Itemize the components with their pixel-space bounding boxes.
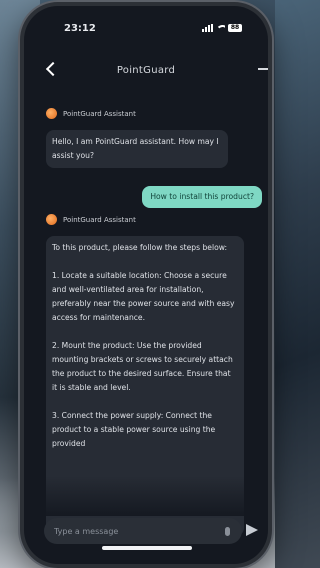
message-text: Hello, I am PointGuard assistant. How ma… — [52, 137, 219, 160]
message-paragraph: 1. Locate a suitable location: Choose a … — [52, 271, 235, 322]
assistant-message: Hello, I am PointGuard assistant. How ma… — [46, 130, 228, 168]
message-paragraph: 3. Connect the power supply: Connect the… — [52, 411, 216, 448]
back-icon[interactable] — [45, 61, 61, 77]
user-message: How to install this product? — [142, 186, 262, 208]
sender-name: PointGuard Assistant — [63, 109, 136, 118]
message-paragraph: 2. Mount the product: Use the provided m… — [52, 341, 233, 392]
mic-icon[interactable] — [225, 526, 230, 536]
scroll-fade — [24, 476, 268, 516]
phone-screen: 23:12 88 PointGuard PointGuard Assistant… — [24, 6, 268, 564]
message-input[interactable] — [54, 526, 225, 536]
status-icons: 88 — [202, 24, 242, 32]
sender-name: PointGuard Assistant — [63, 215, 136, 224]
avatar-icon — [46, 108, 57, 119]
message-paragraph: To this product, please follow the steps… — [52, 243, 228, 252]
avatar-icon — [46, 214, 57, 225]
status-time: 23:12 — [64, 22, 96, 34]
wifi-icon — [216, 24, 225, 32]
assistant-sender: PointGuard Assistant — [46, 108, 136, 119]
battery-icon: 88 — [228, 24, 242, 32]
home-indicator — [102, 546, 192, 550]
more-icon[interactable] — [258, 68, 268, 70]
send-icon[interactable] — [246, 524, 258, 536]
page-title: PointGuard — [116, 64, 176, 76]
phone-frame: 23:12 88 PointGuard PointGuard Assistant… — [20, 2, 272, 568]
chat-header: PointGuard — [24, 50, 268, 90]
status-bar: 23:12 88 — [24, 6, 268, 50]
assistant-sender: PointGuard Assistant — [46, 214, 136, 225]
message-text: How to install this product? — [150, 192, 254, 201]
message-input-bar — [44, 518, 242, 544]
signal-icon — [202, 24, 213, 32]
